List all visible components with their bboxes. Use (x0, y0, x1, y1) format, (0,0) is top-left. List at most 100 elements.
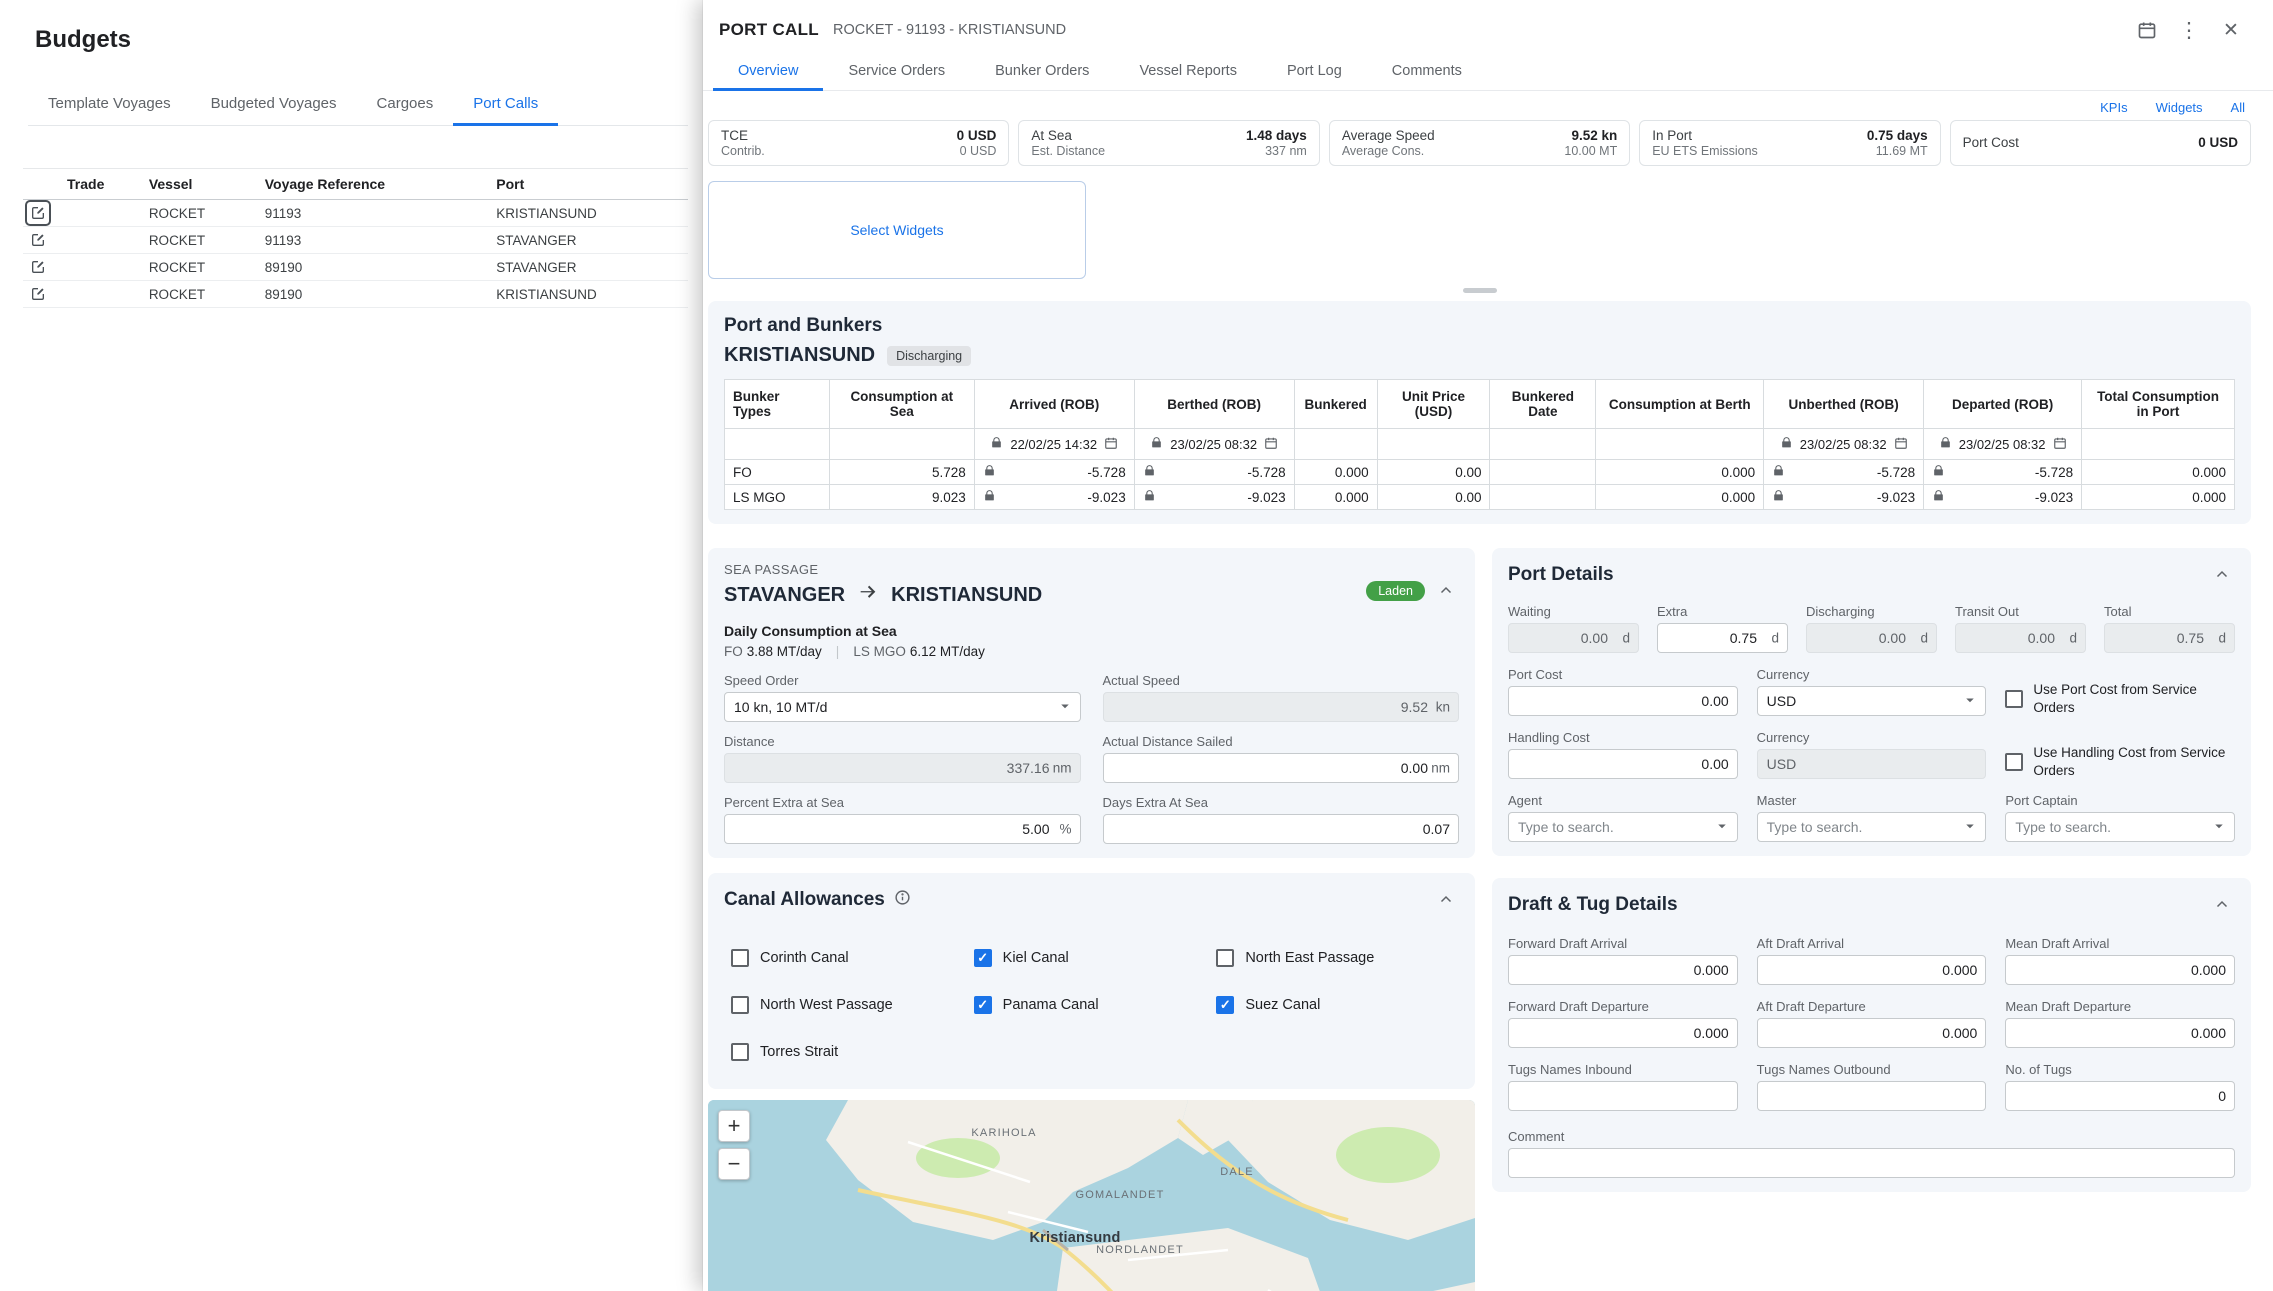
tugs-names-outbound-input[interactable] (1757, 1081, 1987, 1111)
use-handling-cost-checkbox[interactable]: Use Handling Cost from Service Orders (2005, 744, 2235, 779)
actual-speed-input[interactable] (1103, 692, 1460, 722)
actual-distance-sailed-input[interactable] (1103, 753, 1460, 783)
link-widgets[interactable]: Widgets (2156, 100, 2203, 115)
table-row[interactable]: ROCKET 91193 KRISTIANSUND (23, 200, 688, 227)
port-details-section: Port Details Waiting d Extra d Dischargi… (1492, 548, 2251, 856)
zoom-in-button[interactable]: + (718, 1110, 750, 1142)
mean-draft-departure-input[interactable] (2005, 1018, 2235, 1048)
waiting-input[interactable] (1508, 623, 1639, 653)
checkbox-north-east-passage[interactable]: North East Passage (1216, 949, 1459, 967)
budgets-page: Budgets Template Voyages Budgeted Voyage… (0, 0, 703, 1291)
edit-icon[interactable] (27, 256, 49, 278)
comment-input[interactable] (1508, 1148, 2235, 1178)
aft-draft-arrival-input[interactable] (1757, 955, 1987, 985)
master-select[interactable]: Type to search. (1757, 812, 1987, 842)
collapse-chevron-icon[interactable] (2209, 892, 2235, 918)
sea-passage-section: SEA PASSAGE STAVANGER KRISTIANSUND Laden (708, 548, 1475, 858)
link-all[interactable]: All (2231, 100, 2245, 115)
table-row[interactable]: ROCKET 89190 STAVANGER (23, 254, 688, 281)
port-captain-select[interactable]: Type to search. (2005, 812, 2235, 842)
calendar-icon[interactable] (2053, 436, 2067, 453)
currency-select[interactable]: USD (1757, 686, 1987, 716)
checkbox-panama-canal[interactable]: Panama Canal (974, 996, 1217, 1014)
no-of-tugs-input[interactable] (2005, 1081, 2235, 1111)
handling-cost-input[interactable] (1508, 749, 1738, 779)
tab-comments[interactable]: Comments (1367, 52, 1487, 90)
use-port-cost-checkbox[interactable]: Use Port Cost from Service Orders (2005, 681, 2235, 716)
zoom-out-button[interactable]: − (718, 1148, 750, 1180)
tab-overview[interactable]: Overview (713, 52, 823, 90)
forward-draft-departure-input[interactable] (1508, 1018, 1738, 1048)
tugs-names-inbound-input[interactable] (1508, 1081, 1738, 1111)
port-and-bunkers-section: Port and Bunkers KRISTIANSUND Dischargin… (708, 301, 2251, 524)
collapse-chevron-icon[interactable] (2209, 562, 2235, 588)
aft-draft-departure-input[interactable] (1757, 1018, 1987, 1048)
lock-icon (990, 436, 1003, 452)
col-header-trade: Trade (63, 169, 145, 200)
checkbox-torres-strait[interactable]: Torres Strait (731, 1043, 974, 1061)
edit-icon[interactable] (27, 202, 49, 224)
edit-icon[interactable] (27, 283, 49, 305)
tab-service-orders[interactable]: Service Orders (823, 52, 970, 90)
calendar-icon[interactable] (1894, 436, 1908, 453)
forward-draft-arrival-input[interactable] (1508, 955, 1738, 985)
days-extra-at-sea-input[interactable] (1103, 814, 1460, 844)
calendar-icon[interactable] (1104, 436, 1118, 453)
canal-checkbox-grid: Corinth Canal Kiel Canal North East Pass… (724, 949, 1459, 1075)
checkbox-suez-canal[interactable]: Suez Canal (1216, 996, 1459, 1014)
calendar-icon[interactable] (2133, 16, 2161, 44)
collapse-chevron-icon[interactable] (1433, 887, 1459, 913)
to-port: KRISTIANSUND (891, 584, 1042, 607)
extra-input[interactable] (1657, 623, 1788, 653)
percent-extra-at-sea-input[interactable] (724, 814, 1081, 844)
edit-icon[interactable] (27, 229, 49, 251)
berthed-datetime[interactable]: 23/02/25 08:32 (1134, 429, 1294, 460)
section-title: Port Details (1508, 564, 1614, 586)
checkbox-corinth-canal[interactable]: Corinth Canal (731, 949, 974, 967)
chevron-down-icon (2210, 817, 2228, 838)
map-label: GOMALANDET (1075, 1189, 1164, 1201)
lock-icon (1932, 489, 1945, 505)
departed-datetime[interactable]: 23/02/25 08:32 (1924, 429, 2082, 460)
close-icon[interactable]: ✕ (2217, 16, 2245, 44)
collapse-chevron-icon[interactable] (1433, 578, 1459, 604)
tab-vessel-reports[interactable]: Vessel Reports (1114, 52, 1262, 90)
handling-currency-select: USD (1757, 749, 1987, 779)
port-cost-input[interactable] (1508, 686, 1738, 716)
calendar-icon[interactable] (1264, 436, 1278, 453)
checkbox-north-west-passage[interactable]: North West Passage (731, 996, 974, 1014)
tab-port-calls[interactable]: Port Calls (453, 82, 558, 125)
section-title: Canal Allowances (724, 889, 885, 911)
tab-template-voyages[interactable]: Template Voyages (28, 82, 191, 125)
info-icon[interactable] (894, 889, 911, 911)
table-row[interactable]: ROCKET 91193 STAVANGER (23, 227, 688, 254)
lock-icon (1143, 464, 1156, 480)
section-title: Draft & Tug Details (1508, 894, 1678, 916)
kpi-cards: TCE0 USD Contrib.0 USD At Sea1.48 days E… (708, 120, 2251, 166)
total-input[interactable] (2104, 623, 2235, 653)
lock-icon (983, 489, 996, 505)
bunker-row-fo: FO 5.728 -5.728 -5.728 0.000 0.00 0.000 … (725, 460, 2235, 485)
tab-budgeted-voyages[interactable]: Budgeted Voyages (191, 82, 357, 125)
distance-input[interactable] (724, 753, 1081, 783)
speed-order-select[interactable]: 10 kn, 10 MT/d (724, 692, 1081, 722)
drawer-resize-handle[interactable] (1463, 288, 1497, 293)
discharging-input[interactable] (1806, 623, 1937, 653)
port-map[interactable]: KARIHOLA DALE GOMALANDET Kristiansund NO… (708, 1100, 1475, 1291)
select-widgets-link[interactable]: Select Widgets (850, 222, 943, 238)
chevron-down-icon (1961, 817, 1979, 838)
kebab-menu-icon[interactable]: ⋮ (2175, 16, 2203, 44)
link-kpis[interactable]: KPIs (2100, 100, 2127, 115)
table-row[interactable]: ROCKET 89190 KRISTIANSUND (23, 281, 688, 308)
transit-out-input[interactable] (1955, 623, 2086, 653)
mean-draft-arrival-input[interactable] (2005, 955, 2235, 985)
chevron-down-icon (1713, 817, 1731, 838)
agent-select[interactable]: Type to search. (1508, 812, 1738, 842)
tab-bunker-orders[interactable]: Bunker Orders (970, 52, 1114, 90)
checkbox-kiel-canal[interactable]: Kiel Canal (974, 949, 1217, 967)
canal-allowances-section: Canal Allowances Corinth Canal Kiel Cana… (708, 873, 1475, 1089)
unberthed-datetime[interactable]: 23/02/25 08:32 (1764, 429, 1924, 460)
tab-port-log[interactable]: Port Log (1262, 52, 1367, 90)
tab-cargoes[interactable]: Cargoes (357, 82, 454, 125)
arrived-datetime[interactable]: 22/02/25 14:32 (974, 429, 1134, 460)
